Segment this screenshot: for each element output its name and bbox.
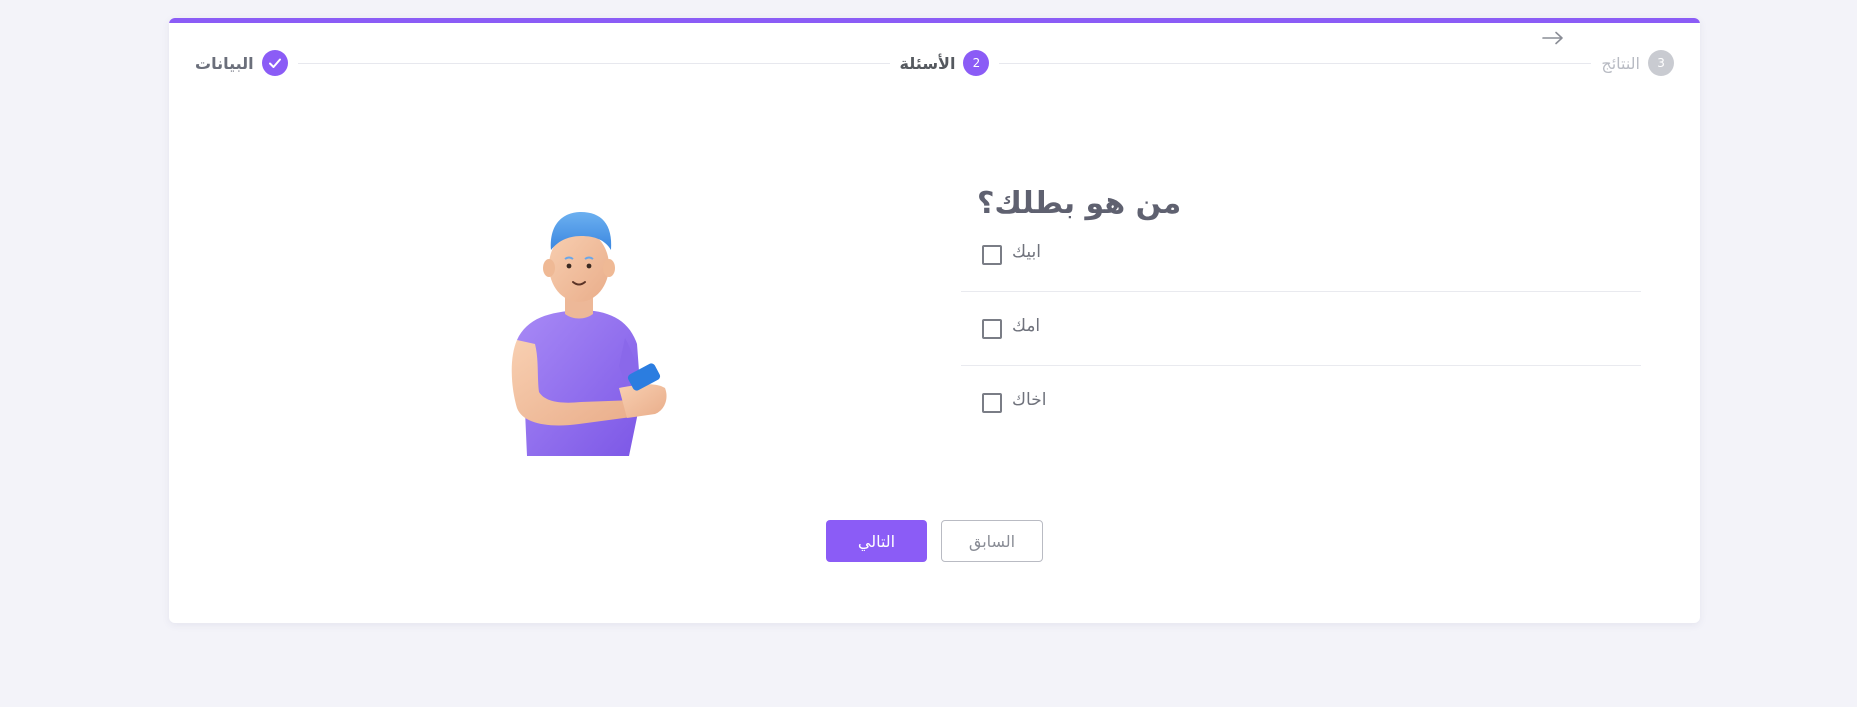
stepper: 3 النتائج 2 الأسئلة البيانات — [195, 48, 1674, 78]
option-checkbox[interactable] — [982, 245, 1002, 265]
options-list: ابيك امك اخاك — [961, 218, 1641, 439]
step-number-badge: 3 — [1648, 50, 1674, 76]
option-label: اخاك — [1012, 390, 1047, 410]
previous-button[interactable]: السابق — [941, 520, 1043, 562]
option-checkbox[interactable] — [982, 393, 1002, 413]
step-results: 3 النتائج — [1601, 50, 1674, 76]
check-icon — [261, 50, 288, 76]
questionnaire-card: 3 النتائج 2 الأسئلة البيانات من هو بطلك؟… — [169, 18, 1700, 623]
question-title: من هو بطلك؟ — [977, 186, 1182, 221]
option-item[interactable]: اخاك — [961, 366, 1641, 439]
step-data: البيانات — [195, 50, 288, 76]
option-label: ابيك — [1012, 242, 1041, 262]
step-connector — [297, 62, 890, 64]
option-checkbox[interactable] — [982, 319, 1002, 339]
arrow-right-icon[interactable] — [1542, 26, 1564, 50]
step-label-data: البيانات — [194, 53, 254, 73]
step-questions: 2 الأسئلة — [900, 50, 990, 76]
avatar-illustration — [469, 188, 689, 468]
next-button[interactable]: التالي — [826, 520, 927, 562]
option-item[interactable]: ابيك — [961, 218, 1641, 292]
step-number-badge: 2 — [963, 50, 990, 76]
accent-bar — [169, 18, 1700, 23]
option-item[interactable]: امك — [961, 292, 1641, 366]
step-label-questions: الأسئلة — [899, 53, 956, 73]
option-label: امك — [1012, 316, 1041, 336]
step-connector — [999, 62, 1592, 64]
step-label-results: النتائج — [1601, 53, 1640, 73]
